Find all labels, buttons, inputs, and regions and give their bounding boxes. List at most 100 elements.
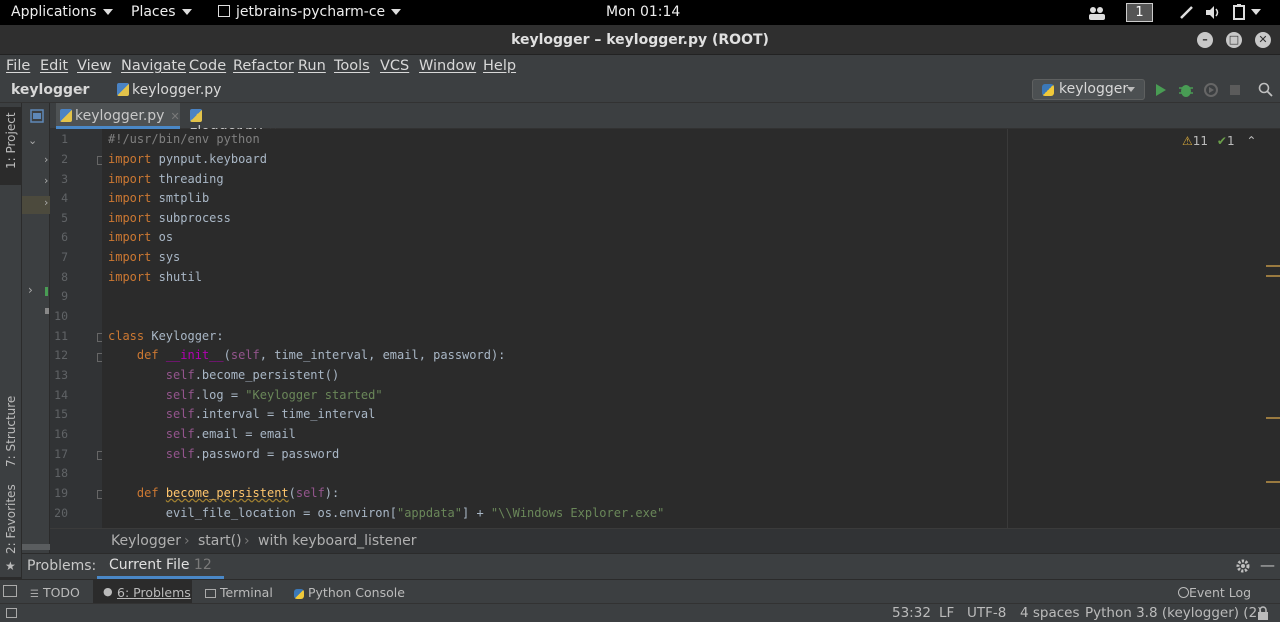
warning-stripe[interactable] bbox=[1266, 481, 1280, 483]
places-menu[interactable]: Places bbox=[131, 4, 192, 20]
todo-label: TODO bbox=[42, 585, 80, 600]
run-configuration-select[interactable]: keylogger bbox=[1032, 79, 1145, 100]
code-line-16: self.email = email bbox=[108, 424, 296, 444]
keyword: import bbox=[108, 211, 152, 225]
class-name: Keylogger: bbox=[151, 329, 224, 343]
tab-keylogger-py[interactable]: keylogger.py ✕ bbox=[56, 103, 180, 129]
python-interpreter[interactable]: Python 3.8 (keylogger) (2) bbox=[1085, 605, 1262, 621]
close-icon[interactable]: ✕ bbox=[1255, 32, 1271, 48]
menu-code[interactable]: Code bbox=[189, 58, 226, 74]
workspace-indicator[interactable]: 1 bbox=[1126, 3, 1153, 22]
menu-navigate[interactable]: Navigate bbox=[121, 58, 186, 74]
vertical-scrollbar[interactable] bbox=[1268, 129, 1280, 528]
status-bar: 53:32 LF UTF-8 4 spaces Python 3.8 (keyl… bbox=[0, 603, 1280, 622]
menu-vcs[interactable]: VCS bbox=[380, 58, 409, 74]
terminal-tool-button[interactable]: Terminal bbox=[205, 585, 273, 600]
horizontal-scrollbar[interactable] bbox=[22, 544, 50, 550]
warning-count: 11 bbox=[1192, 134, 1209, 148]
warning-stripe[interactable] bbox=[1266, 275, 1280, 277]
chevron-up-icon[interactable]: ⌃ bbox=[1246, 134, 1256, 148]
project-tool-window-button[interactable]: 1: Project bbox=[0, 107, 22, 185]
menu-refactor[interactable]: Refactor bbox=[233, 58, 294, 74]
chevron-right-icon[interactable]: › bbox=[44, 153, 48, 166]
active-app-menu[interactable]: jetbrains-pycharm-ce bbox=[218, 4, 402, 20]
breadcrumb-with[interactable]: with keyboard_listener bbox=[258, 533, 417, 549]
star-icon: ★ bbox=[5, 559, 16, 573]
layout-icon[interactable] bbox=[6, 608, 17, 618]
clock[interactable]: Mon 01:14 bbox=[606, 4, 680, 20]
nav-project[interactable]: keylogger bbox=[11, 82, 89, 98]
debug-icon[interactable] bbox=[1178, 82, 1194, 98]
tab-zlogger-py[interactable]: zlogger.py✕ bbox=[186, 103, 292, 140]
panel-layout-icon[interactable] bbox=[30, 109, 44, 123]
coverage-icon[interactable] bbox=[1203, 82, 1219, 98]
warning-stripe[interactable] bbox=[1266, 265, 1280, 267]
breadcrumb-class[interactable]: Keylogger bbox=[111, 533, 181, 549]
keyword: import bbox=[108, 191, 152, 205]
stop-icon[interactable] bbox=[1229, 84, 1241, 96]
caret-position[interactable]: 53:32 bbox=[892, 605, 931, 621]
editor-tab-bar: keylogger.py ✕ zlogger.py✕ bbox=[30, 103, 1280, 140]
chevron-down-icon bbox=[181, 9, 192, 15]
function-name: become_persistent bbox=[165, 486, 289, 500]
event-log-tool-button[interactable]: Event Log bbox=[1178, 585, 1251, 600]
structure-tool-window-button[interactable]: 7: Structure bbox=[0, 385, 22, 473]
code-editor[interactable]: #!/usr/bin/env python import pynput.keyb… bbox=[102, 129, 1268, 528]
warning-stripe[interactable] bbox=[1266, 417, 1280, 419]
editor-gutter[interactable]: 1 2 3 4 5 6 7 8 9 10 11 12 13 14 15 16 1… bbox=[50, 129, 105, 528]
python-console-tool-button[interactable]: Python Console bbox=[294, 585, 405, 600]
line-separator[interactable]: LF bbox=[939, 605, 954, 621]
current-file-label: Current File bbox=[109, 557, 190, 573]
parameters: , time_interval, email, password): bbox=[259, 348, 506, 362]
todo-tool-button[interactable]: ☰ TODO bbox=[30, 585, 80, 600]
search-icon[interactable] bbox=[1258, 82, 1273, 97]
favorites-tool-window-button[interactable]: 2: Favorites ★ bbox=[0, 484, 22, 576]
file-encoding[interactable]: UTF-8 bbox=[967, 605, 1006, 621]
tab-current-file[interactable]: Current File 12 bbox=[97, 554, 224, 579]
system-menu-chevron-icon[interactable] bbox=[1251, 9, 1261, 15]
line-number: 6 bbox=[61, 230, 68, 244]
battery-icon[interactable] bbox=[1232, 4, 1246, 20]
menu-file[interactable]: File bbox=[6, 58, 30, 74]
module-name: subprocess bbox=[158, 211, 231, 225]
applications-menu[interactable]: Applications bbox=[11, 4, 113, 20]
close-tab-icon[interactable]: ✕ bbox=[170, 110, 179, 123]
keyword: def bbox=[136, 348, 159, 362]
chevron-right-icon[interactable]: › bbox=[44, 196, 48, 209]
menu-edit[interactable]: Edit bbox=[40, 58, 68, 74]
window-titlebar: keylogger – keylogger.py (ROOT) – □ ✕ bbox=[0, 25, 1280, 55]
chevron-down-icon[interactable]: ⌄ bbox=[28, 134, 37, 147]
terminal-icon bbox=[205, 589, 216, 598]
hide-icon[interactable]: — bbox=[1260, 556, 1275, 574]
self-keyword: self bbox=[295, 486, 325, 500]
minimize-icon[interactable]: – bbox=[1197, 32, 1213, 48]
volume-icon[interactable] bbox=[1205, 5, 1221, 20]
users-icon[interactable] bbox=[1088, 6, 1106, 20]
indent-setting[interactable]: 4 spaces bbox=[1020, 605, 1080, 621]
tool-windows-toggle-icon[interactable] bbox=[3, 585, 17, 597]
menu-run[interactable]: Run bbox=[298, 58, 326, 74]
run-icon[interactable] bbox=[1155, 83, 1167, 97]
line-number: 7 bbox=[61, 250, 68, 264]
pen-icon[interactable] bbox=[1179, 5, 1194, 20]
menu-view[interactable]: View bbox=[77, 58, 111, 74]
line-number: 18 bbox=[54, 466, 68, 480]
problems-tool-button[interactable]: ● 6: Problems bbox=[93, 580, 192, 603]
navigation-bar: keylogger › keylogger.py keylogger bbox=[0, 79, 1280, 103]
lock-icon[interactable] bbox=[1257, 606, 1269, 620]
nav-file[interactable]: keylogger.py bbox=[117, 82, 221, 98]
menu-tools[interactable]: Tools bbox=[334, 58, 370, 74]
code-line-7: import sys bbox=[108, 247, 180, 267]
bottom-tool-strip: ☰ TODO ● 6: Problems Terminal Python Con… bbox=[0, 579, 1280, 603]
settings-icon[interactable] bbox=[1236, 559, 1250, 573]
menu-help[interactable]: Help bbox=[483, 58, 516, 74]
self-keyword: self bbox=[165, 368, 195, 382]
inspection-widget[interactable]: ⚠11 ✔1 ⌃ ⌄ bbox=[1182, 134, 1276, 148]
chevron-right-icon[interactable]: › bbox=[44, 174, 48, 187]
chevron-right-icon[interactable]: › bbox=[28, 283, 33, 297]
maximize-icon[interactable]: □ bbox=[1226, 32, 1242, 48]
menu-window[interactable]: Window bbox=[419, 58, 476, 74]
breadcrumb-method[interactable]: start() bbox=[198, 533, 242, 549]
keyword: import bbox=[108, 152, 152, 166]
warning-icon: ⚠ bbox=[1182, 134, 1193, 148]
